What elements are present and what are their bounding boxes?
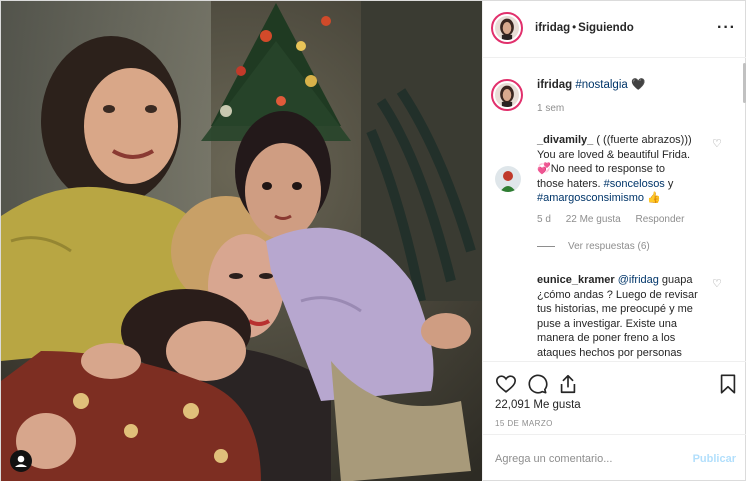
comment-username[interactable]: eunice_kramer xyxy=(537,274,615,286)
comments-list[interactable]: ifridag #nostalgia 🖤 1 sem _divamily_ ( … xyxy=(483,59,746,361)
post-photo[interactable] xyxy=(1,1,482,481)
comment-line: _divamily_ ( ((fuerte abrazos))) xyxy=(537,134,692,146)
view-replies-button[interactable]: Ver respuestas (6) xyxy=(537,241,650,252)
comment-line: 💞No need to response to xyxy=(537,163,666,175)
like-comment-heart-icon[interactable]: ♡ xyxy=(712,137,722,150)
comment-line: manera de poner freno a los xyxy=(537,332,676,344)
comment-line: puse a investigar. Existe una xyxy=(537,317,678,330)
post-sidebar: ifridag • Siguiendo ··· ifridag #nostalg… xyxy=(482,1,746,481)
header-text: ifridag • Siguiendo xyxy=(535,22,634,34)
comment-line: ataques hechos por personas xyxy=(537,346,682,359)
author-avatar-image xyxy=(495,16,519,40)
comment-line: #amargosconsimismo 👍 xyxy=(537,192,661,204)
instagram-post-modal: ifridag • Siguiendo ··· ifridag #nostalg… xyxy=(0,0,746,481)
family-photo-illustration xyxy=(1,1,482,481)
comment-hashtag[interactable]: #soncelosos xyxy=(604,178,665,190)
comment-line: those haters. #soncelosos y xyxy=(537,177,674,190)
caption-username[interactable]: ifridag xyxy=(537,79,572,91)
comment-line: tus historias, me preocupé y me xyxy=(537,303,693,315)
author-avatar[interactable] xyxy=(491,12,523,44)
likes-count[interactable]: 22,091 Me gusta xyxy=(495,399,581,411)
add-comment-bar: Publicar xyxy=(483,434,746,481)
like-heart-icon[interactable] xyxy=(495,373,517,395)
comment-line: You are loved & beautiful Frida. xyxy=(537,148,691,161)
comment-time[interactable]: 5 d xyxy=(537,214,551,225)
replies-line xyxy=(537,245,555,247)
caption-avatar-image xyxy=(495,83,519,107)
bookmark-icon[interactable] xyxy=(717,373,739,395)
more-horizontal-icon[interactable]: ··· xyxy=(717,19,736,37)
commenter-avatar-image xyxy=(495,166,521,192)
publish-button[interactable]: Publicar xyxy=(693,453,736,465)
comment-body: eunice_kramer @ifridag guapa ¿cómo andas… xyxy=(537,273,707,360)
comment-bubble-icon[interactable] xyxy=(526,373,548,395)
comment-meta: 5 d 22 Me gusta Responder xyxy=(537,214,696,225)
follow-status-button[interactable]: Siguiendo xyxy=(578,22,634,34)
author-username[interactable]: ifridag xyxy=(535,22,570,34)
post-date[interactable]: 15 DE MARZO xyxy=(495,419,553,428)
comment-line: eunice_kramer @ifridag guapa xyxy=(537,274,693,286)
comment-username[interactable]: _divamily_ xyxy=(537,134,593,146)
caption-text: ifridag #nostalgia 🖤 xyxy=(537,77,645,91)
like-comment-heart-icon[interactable]: ♡ xyxy=(712,277,722,290)
caption-avatar[interactable] xyxy=(491,79,523,111)
comment-line: ¿cómo andas ? Luego de revisar xyxy=(537,288,698,301)
reply-button[interactable]: Responder xyxy=(636,214,685,225)
heart-outline-icon xyxy=(496,375,516,393)
person-icon xyxy=(15,455,27,467)
share-icon[interactable] xyxy=(557,373,579,395)
speech-bubble-icon xyxy=(528,374,548,394)
separator-dot: • xyxy=(572,22,577,34)
view-replies-label: Ver respuestas (6) xyxy=(568,241,650,252)
comment-mention[interactable]: @ifridag xyxy=(618,274,659,286)
caption-time[interactable]: 1 sem xyxy=(537,103,564,114)
comment-body: _divamily_ ( ((fuerte abrazos))) You are… xyxy=(537,133,707,206)
post-actions: 22,091 Me gusta 15 DE MARZO xyxy=(483,361,746,445)
save-bookmark-icon xyxy=(720,374,736,394)
comment-hashtag[interactable]: #amargosconsimismo xyxy=(537,192,644,204)
tagged-users-icon[interactable] xyxy=(10,450,32,472)
commenter-avatar[interactable] xyxy=(495,166,521,192)
comment-likes[interactable]: 22 Me gusta xyxy=(566,214,621,225)
heart-emoji: 🖤 xyxy=(630,79,646,91)
share-upload-icon xyxy=(560,374,576,394)
caption-hashtag[interactable]: #nostalgia xyxy=(575,79,627,91)
post-header: ifridag • Siguiendo ··· xyxy=(483,1,746,58)
add-comment-input[interactable] xyxy=(495,447,685,471)
